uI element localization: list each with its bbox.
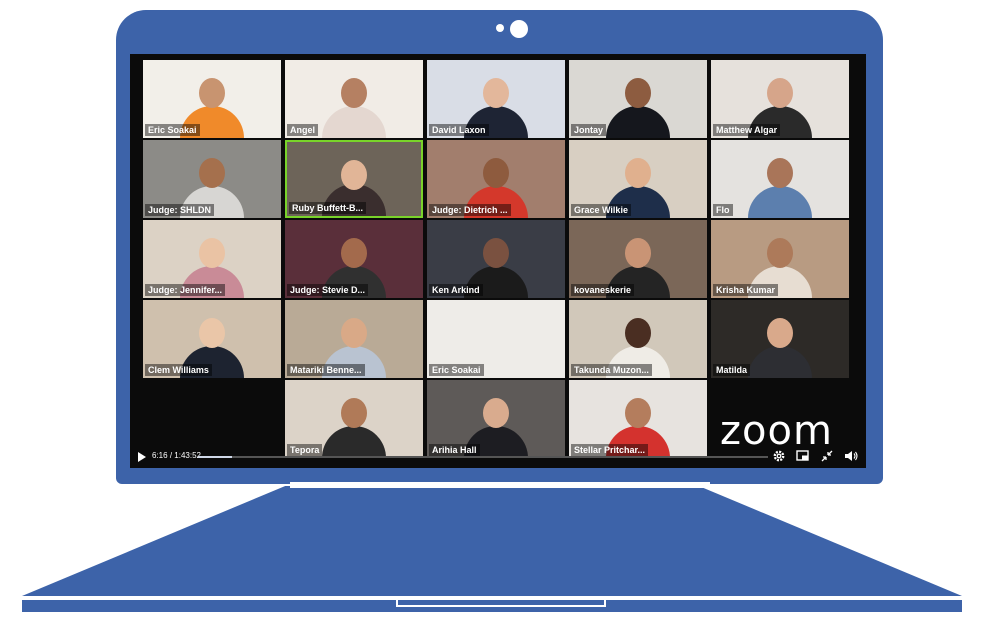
participant-tile[interactable]: Clem Williams [143, 300, 281, 378]
video-player-controls: 6:16 / 1:43:52 [130, 446, 866, 468]
collapse-icon[interactable] [820, 449, 834, 463]
participant-tile[interactable]: Jontay [569, 60, 707, 138]
participant-face [483, 78, 509, 108]
total-time: 1:43:52 [174, 451, 201, 460]
participant-name-label: Matilda [713, 364, 751, 376]
participant-face [625, 78, 651, 108]
participant-name-label: Judge: Jennifer... [145, 284, 226, 296]
laptop-base [22, 486, 962, 596]
participant-tile[interactable]: kovaneskerie [569, 220, 707, 298]
participant-tile[interactable]: Judge: SHLDN [143, 140, 281, 218]
participant-face [767, 318, 793, 348]
seek-bar[interactable] [198, 456, 768, 458]
participant-name-label: Krisha Kumar [713, 284, 779, 296]
participant-name-label: Matthew Algar [713, 124, 781, 136]
participant-name-label: Ken Arkind [429, 284, 483, 296]
participant-face [199, 238, 225, 268]
gear-icon[interactable] [772, 449, 786, 463]
seek-bar-progress [198, 456, 233, 458]
participant-name-label: David Laxon [429, 124, 489, 136]
participant-tile[interactable]: Takunda Muzon... [569, 300, 707, 378]
participant-name-label: Angel [287, 124, 319, 136]
participant-name-label: Jontay [571, 124, 607, 136]
participant-face [341, 318, 367, 348]
volume-icon[interactable] [844, 449, 858, 463]
playback-time: 6:16 / 1:43:52 [152, 451, 201, 460]
participant-tile[interactable]: Krisha Kumar [711, 220, 849, 298]
participant-tile[interactable]: Matthew Algar [711, 60, 849, 138]
participant-tile[interactable]: Grace Wilkie [569, 140, 707, 218]
participant-face [199, 78, 225, 108]
participant-face [341, 238, 367, 268]
participant-face [341, 78, 367, 108]
participant-name-label: Eric Soakai [145, 124, 200, 136]
participant-tile[interactable]: Judge: Jennifer... [143, 220, 281, 298]
participant-face [341, 160, 367, 190]
participant-tile[interactable]: Flo [711, 140, 849, 218]
participant-name-label: Flo [713, 204, 733, 216]
participant-face [767, 158, 793, 188]
participant-name-label: Matariki Benne... [287, 364, 365, 376]
play-icon[interactable] [138, 452, 146, 462]
picture-in-picture-icon[interactable] [796, 449, 810, 463]
participant-face [625, 398, 651, 428]
participant-tile[interactable]: Matilda [711, 300, 849, 378]
participant-name-label: kovaneskerie [571, 284, 635, 296]
participant-face [625, 238, 651, 268]
participant-name-label: Grace Wilkie [571, 204, 631, 216]
participant-face [625, 158, 651, 188]
video-screen: Eric Soakai Angel David Laxon Jontay Matthew… [130, 54, 866, 468]
participant-tile[interactable]: David Laxon [427, 60, 565, 138]
participant-tile[interactable]: Angel [285, 60, 423, 138]
participant-face [483, 158, 509, 188]
elapsed-time: 6:16 [152, 451, 168, 460]
participant-tile[interactable]: Eric Soakai [143, 60, 281, 138]
participant-face [625, 318, 651, 348]
laptop-opening-notch [396, 600, 606, 607]
participant-tile[interactable]: Judge: Stevie D... [285, 220, 423, 298]
participant-face [767, 78, 793, 108]
participant-name-label: Judge: Dietrich ... [429, 204, 511, 216]
webcam-icon [510, 20, 528, 38]
participant-tile[interactable]: Judge: Dietrich ... [427, 140, 565, 218]
time-separator: / [169, 451, 173, 460]
participant-name-label: Takunda Muzon... [571, 364, 652, 376]
participant-face [199, 318, 225, 348]
participant-name-label: Ruby Buffett-B... [289, 202, 366, 214]
laptop-hinge [290, 482, 710, 488]
participant-tile[interactable]: Ruby Buffett-B... [285, 140, 423, 218]
participant-face [483, 238, 509, 268]
participant-face [341, 398, 367, 428]
participant-tile[interactable]: Matariki Benne... [285, 300, 423, 378]
participant-name-label: Judge: Stevie D... [287, 284, 369, 296]
participant-face [767, 238, 793, 268]
participant-face [483, 398, 509, 428]
participant-tile[interactable]: Ken Arkind [427, 220, 565, 298]
participant-name-label: Clem Williams [145, 364, 212, 376]
participant-tile[interactable]: Eric Soakai [427, 300, 565, 378]
participant-name-label: Judge: SHLDN [145, 204, 214, 216]
camera-indicator-icon [496, 24, 504, 32]
participant-name-label: Eric Soakai [429, 364, 484, 376]
participant-gallery: Eric Soakai Angel David Laxon Jontay Matthew… [143, 60, 853, 460]
participant-face [199, 158, 225, 188]
